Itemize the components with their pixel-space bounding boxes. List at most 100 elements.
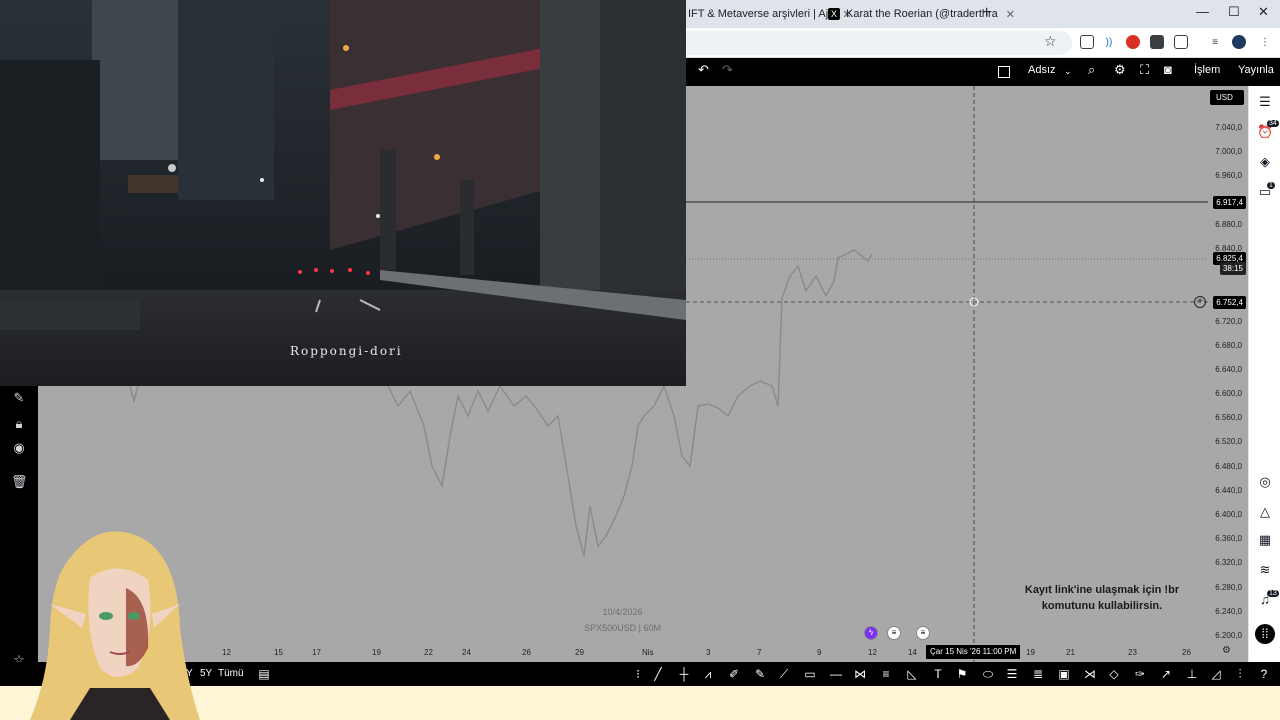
time-tick: 14: [908, 648, 917, 657]
fib-tool-icon[interactable]: ⩘: [700, 666, 716, 682]
event-us-flag-icon[interactable]: ≡: [887, 626, 901, 640]
time-tick: 12: [868, 648, 877, 657]
crosshair-tool-icon[interactable]: ┼: [676, 666, 692, 682]
bar-countdown-tag: 38:15: [1219, 262, 1246, 275]
address-field[interactable]: [686, 31, 1072, 55]
price-tick: 6.640,0: [1215, 365, 1242, 374]
triangle-icon[interactable]: ◺: [904, 666, 920, 682]
extensions-puzzle-icon[interactable]: [1174, 35, 1188, 49]
watchlist-icon[interactable]: ☰: [1257, 94, 1273, 110]
price-tick: 6.960,0: [1215, 171, 1242, 180]
pyramid-icon[interactable]: △: [1257, 504, 1273, 520]
target-icon[interactable]: ◎: [1257, 474, 1273, 490]
time-tick: 9: [817, 648, 822, 657]
cursor-date-tag: Çar 15 Nis '26 11:00 PM: [926, 645, 1021, 659]
image-icon[interactable]: ▣: [1056, 666, 1072, 682]
event-us-flag-icon[interactable]: ≡: [916, 626, 930, 640]
stream-overlay-message: Kayıt link'ine ulaşmak için !br komutunu…: [1002, 582, 1202, 614]
price-tick: 6.200,0: [1215, 631, 1242, 640]
text-tool-icon[interactable]: T: [930, 666, 946, 682]
extension-record-icon[interactable]: [1126, 35, 1140, 49]
menu-kebab-icon[interactable]: ⋮: [1258, 35, 1272, 49]
range-all-button[interactable]: Tümü: [218, 668, 244, 679]
axis-settings-icon[interactable]: ⚙: [1222, 645, 1231, 656]
add-alert-plus-icon[interactable]: +: [1194, 296, 1206, 308]
eraser-icon[interactable]: ◇: [1106, 666, 1122, 682]
flag-icon[interactable]: ⚑: [954, 666, 970, 682]
layout-name[interactable]: Adsız: [1028, 64, 1056, 76]
redo-icon[interactable]: ↷: [722, 62, 733, 78]
magnet-pencil-icon[interactable]: ✎: [11, 390, 27, 406]
trade-button[interactable]: İşlem: [1194, 64, 1220, 76]
gann-icon[interactable]: ≣: [1030, 666, 1046, 682]
price-tick: 6.320,0: [1215, 558, 1242, 567]
time-axis[interactable]: 12 15 17 19 22 24 26 29 Nis 3 7 9 12 14 …: [38, 642, 1231, 662]
time-tick: 19: [1026, 648, 1035, 657]
time-tick: 26: [522, 648, 531, 657]
arrow-icon[interactable]: ↗: [1158, 666, 1174, 682]
calendar-icon[interactable]: ▦: [1257, 532, 1273, 548]
price-tick: 6.240,0: [1215, 607, 1242, 616]
horizontal-ray-icon[interactable]: —: [828, 666, 844, 682]
parallel-channel-icon[interactable]: ≡: [878, 666, 894, 682]
ellipse-icon[interactable]: ⬭: [980, 666, 996, 682]
browser-tab-twitter[interactable]: X Karat the Roerian (@traderthra ✕: [820, 2, 1023, 26]
close-icon[interactable]: ✕: [1006, 8, 1015, 21]
currency-selector[interactable]: USD: [1210, 90, 1244, 105]
time-tick: 17: [312, 648, 321, 657]
settings-gear-icon[interactable]: ⚙: [1114, 62, 1126, 78]
event-flash-icon[interactable]: ϟ: [864, 626, 878, 640]
minimize-button[interactable]: —: [1196, 4, 1209, 19]
maximize-button[interactable]: ☐: [1228, 4, 1240, 20]
pen-icon[interactable]: ✎: [752, 666, 768, 682]
extension-ghost-icon[interactable]: [1150, 35, 1164, 49]
quick-search-icon[interactable]: ⌕: [1088, 62, 1095, 78]
trend-line-icon[interactable]: ╱: [650, 666, 666, 682]
layout-icon[interactable]: [998, 66, 1010, 78]
path-icon[interactable]: ⟋: [776, 666, 792, 682]
new-tab-button[interactable]: +: [982, 4, 991, 22]
close-window-button[interactable]: ✕: [1258, 4, 1269, 20]
price-tick: 7.000,0: [1215, 147, 1242, 156]
more-tools-icon[interactable]: ⫶: [1232, 666, 1248, 682]
xabcd-pattern-icon[interactable]: ⋊: [1082, 666, 1098, 682]
layers-icon[interactable]: ◈: [1257, 154, 1273, 170]
publish-button[interactable]: Yayınla: [1238, 64, 1274, 76]
fullscreen-icon[interactable]: ⛶: [1140, 62, 1149, 78]
apps-grid-icon[interactable]: ⁞⁞: [1255, 624, 1275, 644]
lock-icon[interactable]: 🔒︎: [11, 416, 27, 432]
media-control-icon[interactable]: ≡: [1208, 35, 1222, 49]
price-axis[interactable]: 7.040,0 7.000,0 6.960,0 6.880,0 6.840,0 …: [1208, 86, 1248, 662]
highlighter-icon[interactable]: ✑: [1132, 666, 1148, 682]
eye-icon[interactable]: ◉: [11, 440, 27, 456]
help-icon[interactable]: ?: [1256, 666, 1272, 682]
extension-icon[interactable]: [1080, 35, 1094, 49]
fib-retracement-icon[interactable]: ☰: [1004, 666, 1020, 682]
extension-wave-icon[interactable]: )): [1102, 35, 1116, 49]
pattern-icon[interactable]: ⋈: [852, 666, 868, 682]
profile-avatar[interactable]: [1232, 35, 1246, 49]
time-tick: 3: [706, 648, 711, 657]
trash-icon[interactable]: 🗑︎: [11, 474, 28, 490]
price-tick: 6.520,0: [1215, 437, 1242, 446]
range-5y-button[interactable]: 5Y: [200, 668, 212, 679]
date-range-icon[interactable]: ▤: [256, 666, 272, 682]
tab-title: Karat the Roerian (@traderthra: [846, 8, 998, 20]
drag-handle-icon[interactable]: ⁝: [630, 666, 646, 682]
streamer-avatar: [30, 518, 200, 720]
camera-icon[interactable]: ◙: [1164, 62, 1172, 77]
date-price-range-icon[interactable]: ⊥: [1184, 666, 1200, 682]
time-tick: 22: [424, 648, 433, 657]
video-overlay[interactable]: Roppongi-dori: [0, 0, 686, 386]
watermark-date: 10/4/2026: [602, 607, 643, 617]
brush-icon[interactable]: ✐: [726, 666, 742, 682]
undo-icon[interactable]: ↶: [698, 62, 709, 78]
time-tick: 12: [222, 648, 231, 657]
ruler-icon[interactable]: ◿: [1208, 666, 1224, 682]
callout-icon[interactable]: ▭: [802, 666, 818, 682]
broadcast-icon[interactable]: ≋: [1257, 562, 1273, 578]
time-tick: 24: [462, 648, 471, 657]
time-tick: 23: [1128, 648, 1137, 657]
chevron-down-icon[interactable]: ⌄: [1064, 66, 1072, 77]
bookmark-star-icon[interactable]: ☆: [1044, 33, 1057, 50]
